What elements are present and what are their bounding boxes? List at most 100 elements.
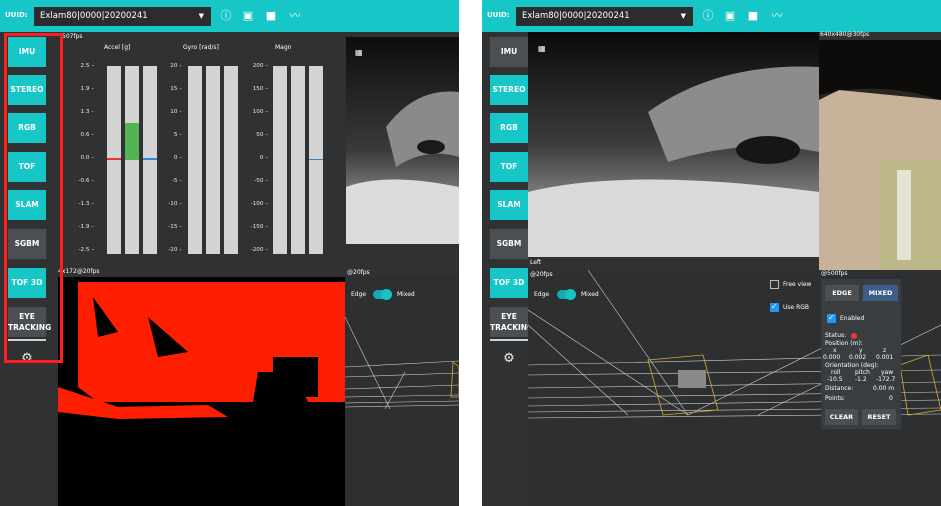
accel-z-value: [143, 158, 157, 160]
sidebar-item-tof[interactable]: TOF: [490, 152, 528, 182]
chart-icon[interactable]: 〰: [769, 8, 785, 24]
image-icon[interactable]: ▣: [240, 8, 256, 24]
orient-head-yaw: yaw: [881, 369, 894, 376]
rgb-image: [819, 40, 941, 270]
points-value: 0: [889, 395, 893, 402]
distance-label: Distance:: [825, 385, 854, 392]
axis-tick-label: -50 –: [254, 178, 268, 184]
top-bar: UUID: Exlam80|0000|20200241 ▼ ⓘ ▣ ■ 〰: [0, 0, 459, 32]
mixed-button[interactable]: MIXED: [863, 285, 898, 301]
accel-label: Accel [g]: [104, 44, 131, 51]
axis-tick-label: 200 –: [252, 63, 268, 69]
free-view-label: Free view: [783, 281, 812, 288]
pos-head-x: x: [833, 347, 837, 354]
right-app-window: UUID: Exlam80|0000|20200241 ▼ ⓘ ▣ ■ 〰 IMU…: [482, 0, 941, 506]
chart-icon[interactable]: 〰: [287, 8, 303, 24]
uuid-label: UUID:: [5, 11, 28, 19]
gyro-z-bar: [224, 66, 238, 254]
stereo-view: ▦: [528, 32, 819, 257]
sidebar-item-imu[interactable]: IMU: [490, 37, 528, 67]
status-label: Status:: [825, 332, 847, 339]
edge-button[interactable]: EDGE: [825, 285, 859, 301]
roll-value: -10.5: [827, 376, 843, 383]
mixed-label: Mixed: [581, 291, 599, 298]
sidebar-item-tof3d[interactable]: TOF 3D: [490, 268, 528, 298]
axis-tick-label: -2.5 –: [78, 247, 95, 253]
clear-button[interactable]: CLEAR: [825, 409, 858, 425]
orientation-label: Orientation (deg):: [825, 362, 879, 369]
gyro-label: Gyro [rad/s]: [183, 44, 219, 51]
image-icon[interactable]: ▣: [722, 8, 738, 24]
edge-label: Edge: [534, 291, 550, 298]
axis-tick-label: 100 –: [252, 109, 268, 115]
grid-icon[interactable]: ▦: [538, 44, 546, 53]
edge-mixed-toggle[interactable]: [373, 289, 392, 300]
axis-tick-label: -150 –: [250, 224, 268, 230]
magn-y-bar: [291, 66, 305, 254]
yaw-value: -172.7: [876, 376, 896, 383]
axis-tick-label: -1.3 –: [78, 201, 95, 207]
rgb-fps: 640x480@30fps: [820, 31, 870, 38]
uuid-value: Exlam80|0000|20200241: [40, 11, 148, 21]
axis-tick-label: 1.9 –: [80, 86, 94, 92]
divider: [490, 339, 528, 341]
sidebar-item-stereo[interactable]: STEREO: [490, 75, 528, 105]
pos-head-y: y: [859, 347, 863, 354]
axis-tick-label: -20 –: [168, 247, 182, 253]
axis-tick-label: 50 –: [256, 132, 268, 138]
edge-label: Edge: [351, 291, 367, 298]
points-label: Points:: [825, 395, 846, 402]
reset-button[interactable]: RESET: [862, 409, 896, 425]
axis-tick-label: -1.9 –: [78, 224, 95, 230]
axis-tick-label: 0.0 –: [80, 155, 94, 161]
video-icon[interactable]: ■: [263, 8, 279, 24]
magn-z-bar: [309, 66, 323, 254]
sidebar-item-rgb[interactable]: RGB: [490, 113, 528, 143]
axis-tick-label: 150 –: [252, 86, 268, 92]
axis-tick-label: 0 –: [173, 155, 182, 161]
uuid-select[interactable]: Exlam80|0000|20200241 ▼: [516, 7, 693, 26]
sidebar-item-label: EYE TRACKING: [490, 312, 534, 332]
tof-image: [58, 277, 345, 506]
accel-x-bar: [107, 66, 121, 254]
pointcloud-view: [345, 277, 459, 506]
free-view-checkbox[interactable]: [770, 280, 779, 289]
camera-image: [528, 32, 819, 257]
video-icon[interactable]: ■: [745, 8, 761, 24]
sidebar-item-slam[interactable]: SLAM: [490, 190, 528, 220]
tof-label: 4x172@20fps: [58, 268, 100, 275]
axis-tick-label: 15 –: [170, 86, 182, 92]
axis-tick-label: 5 –: [173, 132, 182, 138]
pc-fps: @20fps: [347, 269, 370, 276]
left-label: Left: [530, 259, 542, 266]
uuid-label: UUID:: [487, 11, 510, 19]
pos-z: 0.001: [876, 354, 894, 361]
axis-tick-label: 0 –: [259, 155, 268, 161]
enabled-checkbox[interactable]: [827, 313, 836, 323]
sidebar-item-eye-tracking[interactable]: EYE TRACKING: [490, 307, 533, 341]
info-icon[interactable]: ⓘ: [218, 8, 234, 24]
tof-view: [58, 277, 345, 506]
magn-x-bar: [273, 66, 287, 254]
accel-z-bar: [143, 66, 157, 254]
uuid-select[interactable]: Exlam80|0000|20200241 ▼: [34, 7, 211, 26]
accel-x-value: [107, 158, 121, 160]
magn-label: Magn: [275, 44, 292, 51]
chevron-down-icon: ▼: [680, 12, 686, 20]
slam-panel: EDGE MIXED Enabled Status: Position (m):…: [821, 279, 901, 429]
magn-z-value: [309, 159, 323, 160]
edge-mixed-toggle[interactable]: [557, 289, 576, 300]
axis-tick-label: 2.5 –: [80, 63, 94, 69]
camera-image: [346, 37, 459, 244]
axis-tick-label: 20 –: [170, 63, 182, 69]
use-rgb-checkbox[interactable]: [770, 302, 779, 312]
sidebar-item-sgbm[interactable]: SGBM: [490, 229, 528, 259]
info-icon[interactable]: ⓘ: [700, 8, 716, 24]
pitch-value: -1.2: [855, 376, 867, 383]
axis-tick-label: -10 –: [168, 201, 182, 207]
left-app-window: UUID: Exlam80|0000|20200241 ▼ ⓘ ▣ ■ 〰 IMU…: [0, 0, 459, 506]
grid-icon[interactable]: ▦: [355, 48, 363, 57]
status-indicator: [851, 333, 857, 339]
stereo-view: ▦: [346, 37, 459, 244]
gear-icon[interactable]: ⚙: [502, 352, 516, 366]
